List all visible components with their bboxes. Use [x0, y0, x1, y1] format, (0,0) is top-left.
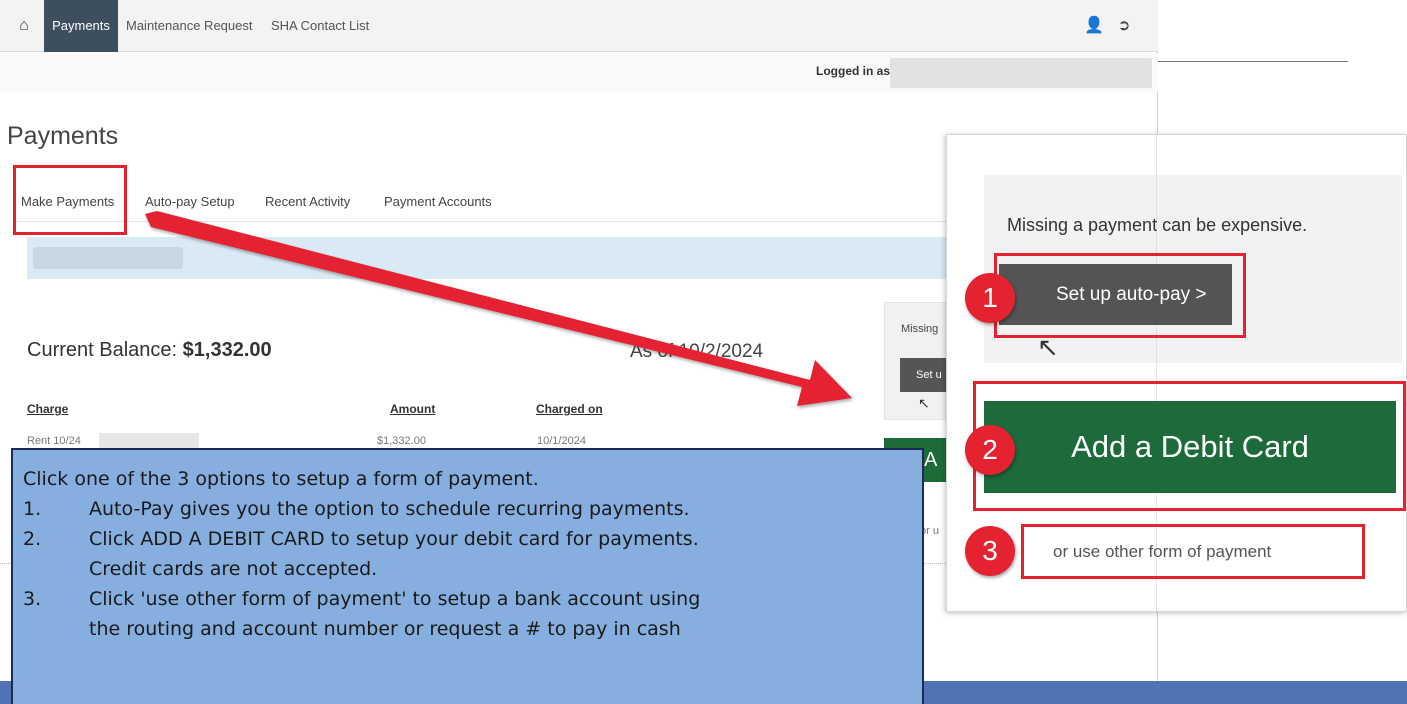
- column-header-charge[interactable]: Charge: [27, 402, 68, 416]
- highlight-make-payments-tab: [13, 165, 127, 235]
- logged-in-user-redacted: [890, 58, 1152, 88]
- tab-auto-pay-setup[interactable]: Auto-pay Setup: [145, 194, 235, 209]
- highlight-option-1: [994, 253, 1246, 338]
- top-navbar: ⌂ Payments Maintenance Request SHA Conta…: [0, 0, 1158, 52]
- step-marker-3: 3: [965, 526, 1015, 576]
- callout-intro: Click one of the 3 options to setup a fo…: [23, 468, 539, 490]
- logged-in-label: Logged in as:: [816, 64, 894, 78]
- callout-step-2: 2. Click ADD A DEBIT CARD to setup your …: [23, 524, 922, 554]
- column-header-charged-on[interactable]: Charged on: [536, 402, 603, 416]
- callout-step-text: Click ADD A DEBIT CARD to setup your deb…: [89, 528, 699, 550]
- divider-line: [1158, 61, 1348, 62]
- info-banner: [27, 237, 947, 279]
- mouse-cursor-icon: ↖: [918, 395, 930, 411]
- sign-out-icon[interactable]: ➲: [1113, 0, 1135, 52]
- nav-sha-contact-list[interactable]: SHA Contact List: [271, 0, 369, 52]
- highlight-option-3: [1021, 524, 1365, 579]
- callout-step-number: 2.: [23, 528, 42, 550]
- callout-step-1: 1. Auto-Pay gives you the option to sche…: [23, 494, 922, 524]
- instruction-callout: Click one of the 3 options to setup a fo…: [11, 448, 924, 704]
- highlight-option-2: [973, 381, 1406, 511]
- callout-step-text: Auto-Pay gives you the option to schedul…: [89, 498, 690, 520]
- user-icon[interactable]: 👤: [1083, 0, 1105, 52]
- step-marker-2: 2: [965, 425, 1015, 475]
- autopay-card-missing-text: Missing: [901, 323, 939, 335]
- logged-in-bar: Logged in as:: [0, 54, 1158, 92]
- row-charge: Rent 10/24: [27, 435, 81, 447]
- missing-payment-text: Missing a payment can be expensive.: [1007, 215, 1308, 235]
- tab-recent-activity[interactable]: Recent Activity: [265, 194, 350, 209]
- page-title: Payments: [7, 122, 119, 150]
- nav-payments[interactable]: Payments: [44, 0, 118, 52]
- callout-step-3: 3. Click 'use other form of payment' to …: [23, 584, 922, 614]
- row-charged-on: 10/1/2024: [537, 435, 586, 447]
- nav-maintenance-request[interactable]: Maintenance Request: [126, 0, 252, 52]
- balance-as-of-date: As of 10/2/2024: [630, 341, 764, 362]
- callout-step-text: Click 'use other form of payment' to set…: [89, 588, 701, 610]
- callout-step-3-extra: the routing and account number or reques…: [89, 618, 681, 640]
- home-icon[interactable]: ⌂: [10, 0, 38, 52]
- autopay-button-partial[interactable]: Set u: [900, 358, 950, 392]
- current-balance-label: Current Balance:: [27, 339, 183, 361]
- autopay-card-partial: Missing Set u: [884, 302, 950, 420]
- current-balance: Current Balance: $1,332.00: [27, 339, 272, 362]
- row-amount: $1,332.00: [377, 435, 426, 447]
- column-header-amount[interactable]: Amount: [390, 402, 435, 416]
- info-banner-redacted: [33, 247, 183, 269]
- current-balance-amount: $1,332.00: [182, 339, 272, 361]
- callout-step-2-extra: Credit cards are not accepted.: [89, 558, 378, 580]
- tab-payment-accounts[interactable]: Payment Accounts: [384, 194, 492, 209]
- callout-step-number: 3.: [23, 588, 42, 610]
- step-marker-1: 1: [965, 273, 1015, 323]
- callout-step-number: 1.: [23, 498, 42, 520]
